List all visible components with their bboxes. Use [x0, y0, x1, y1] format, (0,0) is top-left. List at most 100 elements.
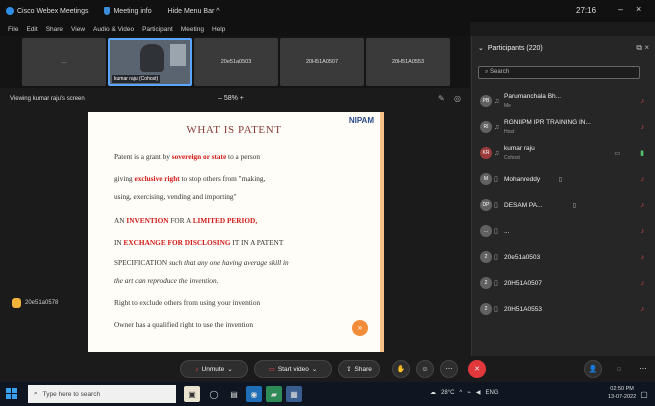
menu-help[interactable]: Help	[212, 26, 225, 33]
viewing-label: Viewing kumar raju's screen	[10, 96, 85, 102]
taskbar-app-icon[interactable]: ▣	[184, 386, 200, 402]
task-view-icon[interactable]: ◯	[206, 386, 222, 402]
phone-icon: ▯	[494, 176, 498, 183]
annotate-icon[interactable]: ✎	[438, 94, 445, 103]
person-video	[140, 44, 164, 72]
title-bar: Cisco Webex Meetings Meeting info Hide M…	[0, 0, 655, 22]
hide-menu-bar-button[interactable]: Hide Menu Bar ^	[168, 8, 220, 15]
video-tile[interactable]: 20H51A0507	[280, 38, 364, 86]
menu-participant[interactable]: Participant	[142, 26, 173, 33]
windows-taskbar: ⌕ Type here to search ▣ ◯ ▤ ◉ ▰ ▦ ☁ 28°C…	[0, 382, 655, 406]
avatar: 2	[480, 251, 492, 263]
participant-search-input[interactable]: ⌕ Search	[478, 66, 640, 79]
cloud-icon[interactable]: ☁	[430, 389, 436, 396]
browser-icon[interactable]: ◉	[246, 386, 262, 402]
video-tile[interactable]: 20H51A0553	[366, 38, 450, 86]
taskbar-search-input[interactable]: ⌕ Type here to search	[28, 385, 176, 403]
participant-row[interactable]: 2 ▯ 20H51A0507 ♪	[472, 270, 655, 296]
taskbar-app-icon[interactable]: ▦	[286, 386, 302, 402]
share-icon: ⇪	[346, 366, 352, 373]
taskbar-clock[interactable]: 02:50 PM 13-07-2022	[608, 385, 636, 401]
mic-muted-icon: ♪	[640, 97, 645, 105]
search-icon: ⌕	[485, 69, 489, 75]
phone-icon: ▯	[494, 280, 498, 287]
more-panels-button[interactable]: ⋯	[634, 360, 652, 378]
participant-name: 20H51A0553	[504, 306, 542, 313]
menu-file[interactable]: File	[8, 26, 18, 33]
webex-taskbar-icon[interactable]: ▰	[266, 386, 282, 402]
slide-nav-button[interactable]: »	[352, 320, 368, 336]
slide-line: Owner has a qualified right to use the i…	[114, 320, 254, 329]
participant-row[interactable]: 2 ▯ 20e51a0503 ♪	[472, 244, 655, 270]
slide-line: AN INVENTION FOR A LIMITED PERIOD,	[114, 216, 258, 225]
menu-meeting[interactable]: Meeting	[181, 26, 204, 33]
search-icon: ⌕	[34, 390, 38, 397]
participant-row[interactable]: M ▯ Mohanreddy ▯ ♪	[472, 166, 655, 192]
minimize-button[interactable]: –	[618, 4, 623, 14]
notification-icon[interactable]: ▢	[636, 386, 652, 402]
participants-toggle-button[interactable]: 👤	[584, 360, 602, 378]
slide-line: IN EXCHANGE FOR DISCLOSING IT IN A PATEN…	[114, 238, 284, 247]
video-tile[interactable]: 20e51a0503	[194, 38, 278, 86]
language-indicator[interactable]: ENG	[485, 390, 498, 396]
avatar: DP	[480, 199, 492, 211]
chevron-down-icon[interactable]: ⌄	[478, 44, 484, 52]
avatar: 2	[480, 303, 492, 315]
meeting-info-button[interactable]: Meeting info	[104, 7, 152, 15]
mic-muted-icon: ♪	[640, 175, 645, 183]
slide-line: giving exclusive right to stop others fr…	[114, 174, 266, 183]
participant-row[interactable]: KR ♫ kumar raju Cohost ▭ ▮	[472, 140, 655, 166]
chevron-up-icon[interactable]: ^	[459, 390, 462, 396]
video-tile-active[interactable]: kumar raju (Cohost)	[108, 38, 192, 86]
participant-name: RGNIIPM IPR TRAINING IN...	[504, 119, 591, 126]
close-panel-icon[interactable]: ×	[644, 43, 649, 52]
start-video-label: Start video	[277, 365, 309, 373]
self-video-tile[interactable]: 20e51a0578	[12, 298, 58, 308]
participants-title: Participants (220)	[487, 44, 543, 52]
popout-icon[interactable]: ⧉	[636, 43, 642, 52]
expand-icon[interactable]: ◎	[454, 94, 461, 103]
raise-hand-button[interactable]: ✋	[392, 360, 410, 378]
network-icon[interactable]: ⌁	[467, 389, 471, 396]
avatar: PB	[480, 95, 492, 107]
app-title: Cisco Webex Meetings	[0, 7, 88, 15]
tile-label: 20H51A0507	[305, 59, 339, 65]
file-explorer-icon[interactable]: ▤	[226, 386, 242, 402]
presentation-slide: NIPAM WHAT IS PATENT Patent is a grant b…	[88, 112, 384, 352]
unmute-button[interactable]: ♪ Unmute ⌄	[180, 360, 248, 378]
video-tile[interactable]: ...	[22, 38, 106, 86]
close-button[interactable]: ×	[636, 4, 641, 14]
more-options-button[interactable]: ⋯	[440, 360, 458, 378]
menu-share[interactable]: Share	[46, 26, 63, 33]
participant-name: Mohanreddy	[504, 176, 541, 183]
volume-icon[interactable]: ◀	[476, 389, 481, 396]
menu-view[interactable]: View	[71, 26, 85, 33]
avatar: KR	[480, 147, 492, 159]
share-button[interactable]: ⇪ Share	[338, 360, 380, 378]
windows-start-icon[interactable]	[6, 388, 18, 400]
chat-button[interactable]: ◌	[610, 360, 628, 378]
mic-muted-icon: ♪	[640, 279, 645, 287]
video-off-icon: ▭	[268, 366, 275, 373]
participant-row[interactable]: 2 ▯ 20H51A0553 ♪	[472, 296, 655, 322]
menu-edit[interactable]: Edit	[26, 26, 37, 33]
menu-audio-video[interactable]: Audio & Video	[93, 26, 134, 33]
start-video-button[interactable]: ▭ Start video ⌄	[254, 360, 332, 378]
reactions-button[interactable]: ☺	[416, 360, 434, 378]
video-thumbnail-strip: ... kumar raju (Cohost) 20e51a0503 20H51…	[0, 36, 470, 88]
participant-row[interactable]: RI ♫ RGNIIPM IPR TRAINING IN... Host ♪	[472, 114, 655, 140]
slide-line: using, exercising, vending and importing…	[114, 192, 237, 201]
participant-role: Host	[504, 129, 515, 135]
tile-label: 20e51a0503	[220, 59, 252, 65]
phone-icon: ▯	[494, 254, 498, 261]
clock-time: 02:50 PM	[610, 386, 634, 392]
chevron-down-icon: ⌄	[311, 366, 318, 373]
raised-hand-icon	[12, 298, 21, 308]
avatar: 2	[480, 277, 492, 289]
tile-label: 20H51A0553	[391, 59, 425, 65]
zoom-control[interactable]: – 58% +	[218, 95, 244, 102]
participant-row[interactable]: PB ♫ Parumanchala Bh... Me ♪	[472, 88, 655, 114]
participant-row[interactable]: … ▯ ... ♪	[472, 218, 655, 244]
participant-row[interactable]: DP ▯ DESAM PA... ▯ ♪	[472, 192, 655, 218]
end-call-button[interactable]: ✕	[468, 360, 486, 378]
